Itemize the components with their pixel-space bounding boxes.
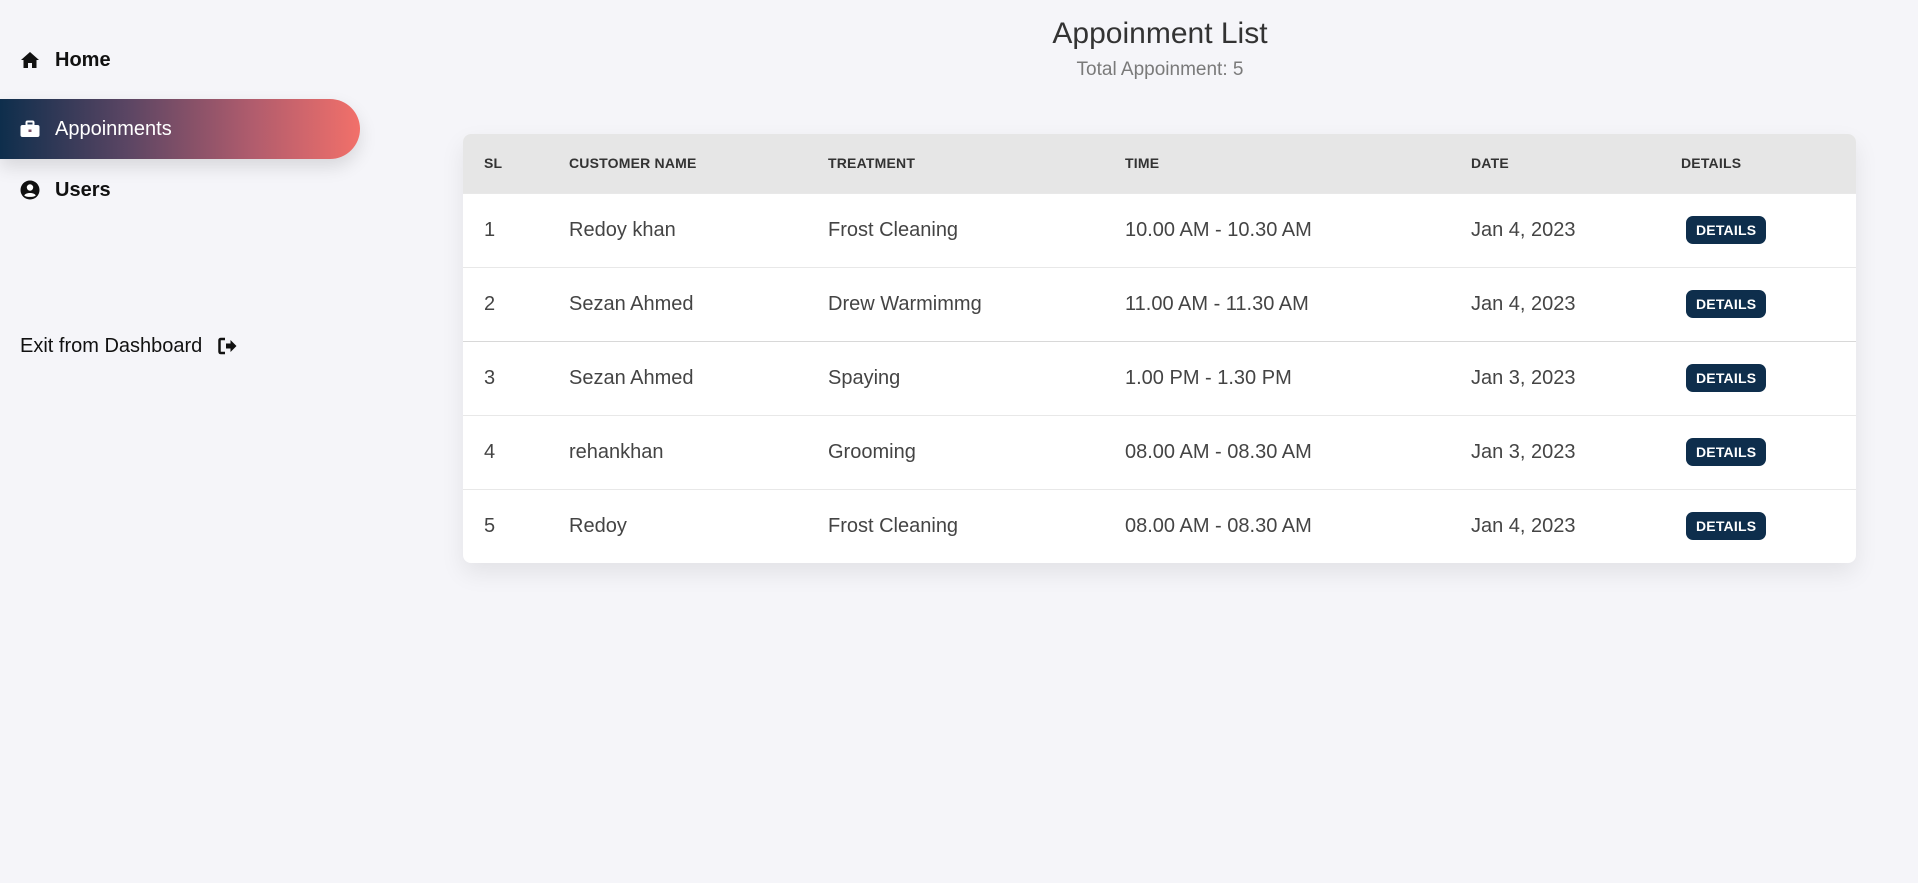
cell-date: Jan 3, 2023 — [1471, 440, 1576, 463]
column-header-sl: SL — [484, 155, 503, 172]
cell-sl: 2 — [484, 292, 496, 315]
column-header-details: DETAILS — [1681, 155, 1742, 172]
appointments-table-card: SL CUSTOMER NAME TREATMENT TIME DATE DET… — [463, 134, 1856, 563]
cell-date: Jan 4, 2023 — [1471, 218, 1576, 241]
cell-time: 08.00 AM - 08.30 AM — [1125, 440, 1312, 463]
cell-sl: 5 — [484, 514, 496, 537]
sidebar-item-appoinments[interactable]: Appoinments — [0, 99, 360, 159]
appointments-table: SL CUSTOMER NAME TREATMENT TIME DATE DET… — [463, 134, 1856, 563]
details-button[interactable]: DETAILS — [1686, 364, 1767, 392]
sidebar-item-label: Users — [55, 178, 111, 201]
cell-customer-name: Redoy khan — [569, 218, 676, 241]
cell-sl: 1 — [484, 218, 496, 241]
briefcase-icon — [20, 119, 40, 139]
cell-customer-name: Redoy — [569, 514, 627, 537]
page-title: Appoinment List — [1052, 17, 1268, 50]
user-circle-icon — [20, 180, 40, 200]
cell-details: DETAILS — [1660, 341, 1856, 415]
sidebar-item-users[interactable]: Users — [0, 160, 360, 220]
table-row: 4 rehankhan Grooming 08.00 AM - 08.30 AM… — [463, 415, 1856, 489]
cell-sl: 4 — [484, 440, 496, 463]
details-button[interactable]: DETAILS — [1686, 290, 1767, 318]
exit-dashboard-link[interactable]: Exit from Dashboard — [20, 335, 238, 358]
column-header-treatment: TREATMENT — [828, 155, 916, 172]
cell-treatment: Frost Cleaning — [828, 514, 959, 537]
sidebar-item-label: Home — [55, 48, 111, 71]
cell-time: 10.00 AM - 10.30 AM — [1125, 218, 1312, 241]
cell-details: DETAILS — [1660, 193, 1856, 267]
details-button[interactable]: DETAILS — [1686, 512, 1767, 541]
appointment-count: Total Appoinment: 5 — [1076, 59, 1244, 80]
table-row: 2 Sezan Ahmed Drew Warmimmg 11.00 AM - 1… — [463, 267, 1856, 341]
cell-treatment: Grooming — [828, 440, 916, 463]
cell-treatment: Spaying — [828, 366, 901, 389]
cell-date: Jan 3, 2023 — [1471, 366, 1576, 389]
column-header-customer-name: CUSTOMER NAME — [569, 155, 697, 172]
cell-date: Jan 4, 2023 — [1471, 292, 1576, 315]
column-header-date: DATE — [1471, 155, 1509, 172]
sidebar-item-home[interactable]: Home — [0, 30, 360, 90]
home-icon — [20, 50, 40, 70]
cell-time: 08.00 AM - 08.30 AM — [1125, 514, 1312, 537]
cell-time: 11.00 AM - 11.30 AM — [1125, 292, 1309, 315]
cell-details: DETAILS — [1660, 267, 1856, 341]
column-header-time: TIME — [1125, 155, 1160, 172]
table-header-row: SL CUSTOMER NAME TREATMENT TIME DATE DET… — [463, 134, 1856, 193]
cell-customer-name: rehankhan — [569, 440, 664, 463]
cell-details: DETAILS — [1660, 415, 1856, 489]
table-row: 1 Redoy khan Frost Cleaning 10.00 AM - 1… — [463, 193, 1856, 267]
cell-details: DETAILS — [1660, 489, 1856, 563]
details-button[interactable]: DETAILS — [1686, 216, 1767, 244]
details-button[interactable]: DETAILS — [1686, 438, 1767, 466]
cell-customer-name: Sezan Ahmed — [569, 292, 694, 315]
cell-time: 1.00 PM - 1.30 PM — [1125, 366, 1292, 389]
cell-treatment: Frost Cleaning — [828, 218, 959, 241]
exit-dashboard-label: Exit from Dashboard — [20, 335, 203, 357]
sign-out-icon — [218, 337, 238, 357]
cell-customer-name: Sezan Ahmed — [569, 366, 694, 389]
cell-treatment: Drew Warmimmg — [828, 292, 982, 315]
cell-sl: 3 — [484, 366, 496, 389]
table-row: 5 Redoy Frost Cleaning 08.00 AM - 08.30 … — [463, 489, 1856, 563]
sidebar: Home Appoinments Users Exit from Dashboa… — [0, 0, 370, 883]
table-row: 3 Sezan Ahmed Spaying 1.00 PM - 1.30 PM … — [463, 341, 1856, 415]
cell-date: Jan 4, 2023 — [1471, 514, 1576, 537]
sidebar-item-label: Appoinments — [55, 117, 172, 140]
